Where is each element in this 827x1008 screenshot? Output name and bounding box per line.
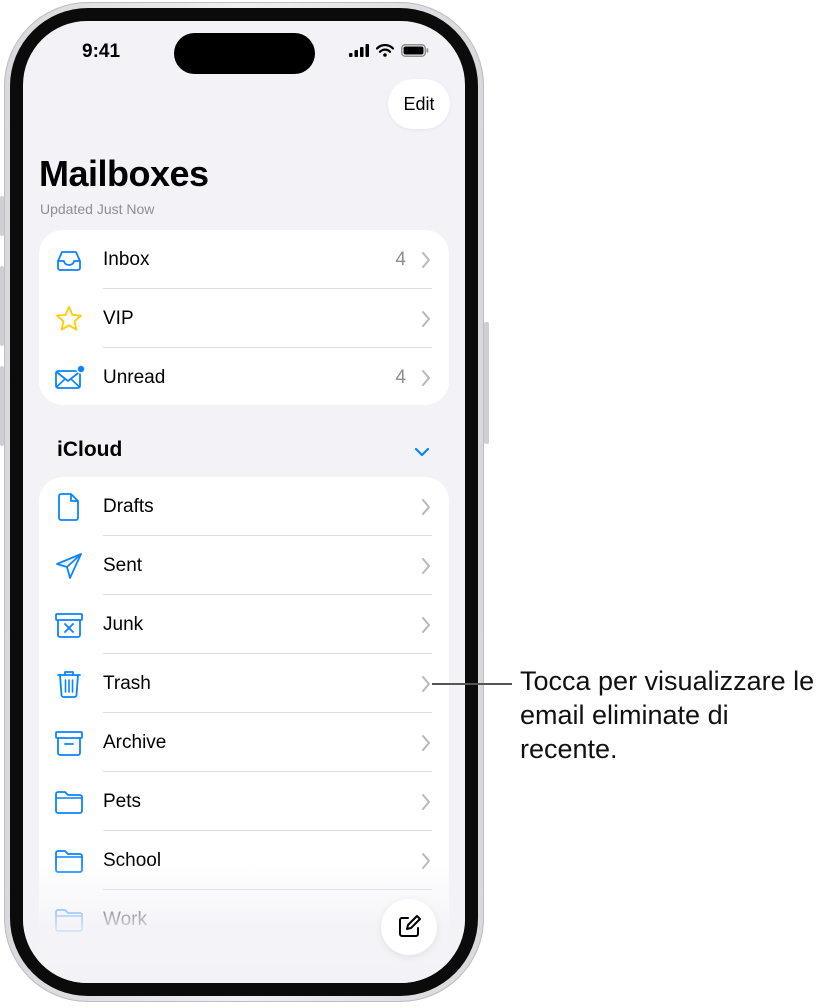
wifi-icon bbox=[376, 44, 394, 57]
mailbox-label: Trash bbox=[103, 672, 151, 694]
chevron-right-icon bbox=[422, 311, 430, 327]
smart-mailboxes-list: Inbox 4 VIP Unread 4 bbox=[39, 230, 449, 405]
edit-button[interactable]: Edit bbox=[388, 79, 450, 129]
callout-line bbox=[432, 683, 512, 685]
dynamic-island bbox=[174, 33, 315, 74]
unread-count: 4 bbox=[395, 248, 406, 270]
power-button bbox=[484, 322, 489, 444]
chevron-right-icon bbox=[422, 370, 430, 386]
folder-icon bbox=[55, 850, 83, 873]
mailbox-row-drafts[interactable]: Drafts bbox=[39, 477, 449, 536]
mailbox-row-trash[interactable]: Trash bbox=[39, 654, 449, 713]
chevron-right-icon bbox=[422, 794, 430, 810]
envelope-unread-icon bbox=[55, 364, 85, 389]
folder-icon bbox=[55, 909, 83, 932]
chevron-right-icon bbox=[422, 252, 430, 268]
mailbox-label: Pets bbox=[103, 790, 142, 812]
document-icon bbox=[58, 493, 79, 521]
mailbox-row-school[interactable]: School bbox=[39, 831, 449, 890]
status-time: 9:41 bbox=[82, 41, 121, 62]
chevron-right-icon bbox=[422, 558, 430, 574]
chevron-down-icon[interactable] bbox=[413, 445, 431, 459]
inbox-tray-icon bbox=[57, 251, 81, 271]
chevron-right-icon bbox=[422, 735, 430, 751]
battery-icon bbox=[401, 44, 429, 57]
mailbox-row-inbox[interactable]: Inbox 4 bbox=[39, 230, 449, 289]
archive-box-icon bbox=[55, 731, 83, 756]
trash-icon bbox=[57, 671, 81, 698]
update-status: Updated Just Now bbox=[40, 201, 155, 217]
phone-screen: 9:41 Edit Mailboxes Updated Just Now Inb… bbox=[23, 21, 465, 983]
star-icon bbox=[56, 306, 82, 331]
mailbox-label: Archive bbox=[103, 731, 167, 753]
mailbox-label: Junk bbox=[103, 613, 144, 635]
mailbox-label: Unread bbox=[103, 366, 166, 388]
junk-box-icon bbox=[55, 613, 83, 638]
mailbox-label: School bbox=[103, 849, 162, 871]
mailbox-label: Work bbox=[103, 908, 147, 930]
mailbox-label: Sent bbox=[103, 554, 143, 576]
mailbox-row-vip[interactable]: VIP bbox=[39, 289, 449, 348]
mailbox-label: Inbox bbox=[103, 248, 150, 270]
mailbox-row-archive[interactable]: Archive bbox=[39, 713, 449, 772]
mailbox-label: VIP bbox=[103, 307, 134, 329]
mailbox-label: Drafts bbox=[103, 495, 154, 517]
chevron-right-icon bbox=[422, 853, 430, 869]
mailbox-row-junk[interactable]: Junk bbox=[39, 595, 449, 654]
folder-icon bbox=[55, 791, 83, 814]
compose-button[interactable] bbox=[381, 899, 437, 955]
cellular-signal-icon bbox=[349, 44, 369, 57]
mailbox-row-pets[interactable]: Pets bbox=[39, 772, 449, 831]
compose-icon bbox=[399, 915, 421, 937]
section-title-icloud[interactable]: iCloud bbox=[57, 438, 122, 462]
mailbox-row-sent[interactable]: Sent bbox=[39, 536, 449, 595]
status-icons bbox=[349, 44, 429, 57]
unread-count: 4 bbox=[395, 366, 406, 388]
chevron-right-icon bbox=[422, 676, 430, 692]
page-title: Mailboxes bbox=[39, 153, 209, 194]
chevron-right-icon bbox=[422, 499, 430, 515]
mailbox-row-unread[interactable]: Unread 4 bbox=[39, 348, 449, 405]
callout-text: Tocca per visualizzare le email eliminat… bbox=[520, 666, 815, 764]
chevron-right-icon bbox=[422, 617, 430, 633]
paper-plane-icon bbox=[56, 553, 82, 579]
